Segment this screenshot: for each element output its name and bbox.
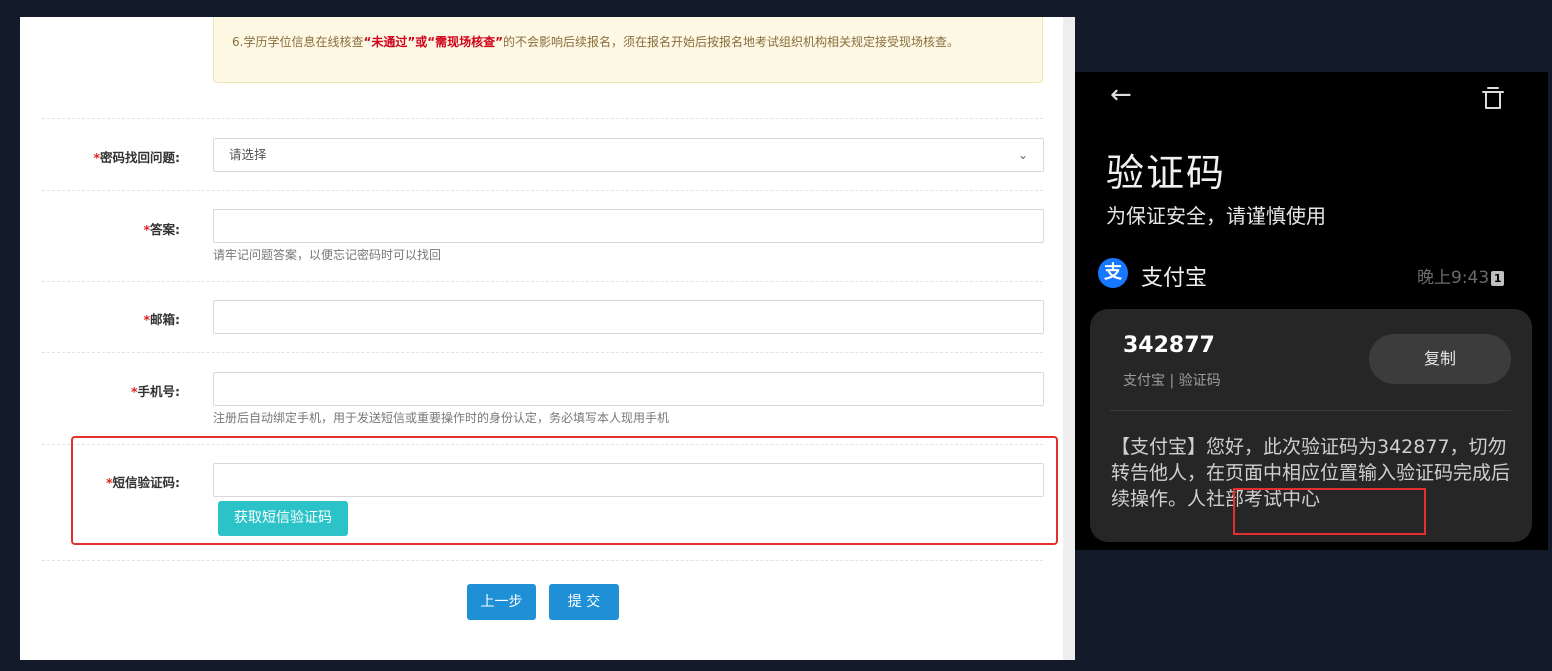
sms-title: 验证码 (1106, 151, 1227, 195)
phone-field[interactable] (213, 372, 1044, 406)
copy-button[interactable]: 复制 (1369, 334, 1511, 384)
verification-code: 342877 (1123, 333, 1215, 358)
notice-line-6-highlight: “未通过”或“需现场核查” (363, 35, 504, 49)
card-divider (1110, 410, 1511, 411)
phone-sms-screen: ← 验证码 为保证安全，请谨慎使用 支 支付宝 晚上9:43 1 342877 支… (1075, 72, 1548, 550)
notice-box: 6.学历学位信息在线核查“未通过”或“需现场核查”的不会影响后续报名，须在报名开… (213, 17, 1043, 83)
sms-subtitle: 为保证安全，请谨慎使用 (1106, 204, 1326, 228)
code-caption: 支付宝 | 验证码 (1123, 373, 1221, 389)
phone-help-text: 注册后自动绑定手机，用于发送短信或重要操作时的身份认定，务必填写本人现用手机 (213, 411, 670, 425)
sms-annotation-highlight (71, 436, 1058, 545)
sender-name: 支付宝 (1141, 266, 1208, 291)
trash-icon[interactable] (1479, 83, 1507, 111)
divider (42, 560, 1043, 561)
notice-line-6-rest: 的不会影响后续报名，须在报名开始后按报名地考试组织机构相关规定接受现场核查。 (503, 35, 960, 49)
notice-line-6: 6.学历学位信息在线核查“未通过”或“需现场核查”的不会影响后续报名，须在报名开… (232, 33, 959, 50)
question-label: *密码找回问题: (20, 147, 180, 166)
arrow-left-icon[interactable]: ← (1110, 80, 1132, 110)
notice-previous-line-text (232, 17, 752, 19)
question-label-text: 密码找回问题: (100, 150, 180, 165)
divider (42, 118, 1043, 119)
scrollbar-track[interactable] (1063, 17, 1075, 660)
phone-label: *手机号: (20, 381, 180, 400)
answer-help-text: 请牢记问题答案，以便忘记密码时可以找回 (213, 248, 442, 262)
chevron-down-icon: ⌄ (1017, 148, 1028, 162)
phone-label-text: 手机号: (137, 384, 181, 399)
divider (42, 190, 1043, 191)
message-time-text: 晚上9:43 (1417, 268, 1490, 288)
answer-label-text: 答案: (150, 222, 180, 237)
submit-button[interactable]: 提 交 (549, 584, 619, 620)
divider (42, 281, 1043, 282)
email-label: *邮箱: (20, 309, 180, 328)
message-time: 晚上9:43 1 (1417, 263, 1505, 288)
answer-input[interactable] (213, 209, 1044, 243)
email-field[interactable] (213, 300, 1044, 334)
previous-step-button[interactable]: 上一步 (467, 584, 536, 620)
notice-line-6-text: 6.学历学位信息在线核查 (232, 35, 364, 49)
answer-label: *答案: (20, 219, 180, 238)
email-label-text: 邮箱: (150, 312, 180, 327)
alipay-logo-icon: 支 (1098, 258, 1128, 288)
security-question-select[interactable]: 请选择 ⌄ (213, 138, 1044, 172)
notice-previous-line-cropped (232, 17, 752, 19)
divider (42, 352, 1043, 353)
sim-slot-badge: 1 (1491, 271, 1505, 286)
security-question-value: 请选择 (229, 147, 267, 162)
registration-form-panel: 6.学历学位信息在线核查“未通过”或“需现场核查”的不会影响后续报名，须在报名开… (20, 17, 1075, 660)
sender-annotation-highlight (1233, 488, 1426, 535)
